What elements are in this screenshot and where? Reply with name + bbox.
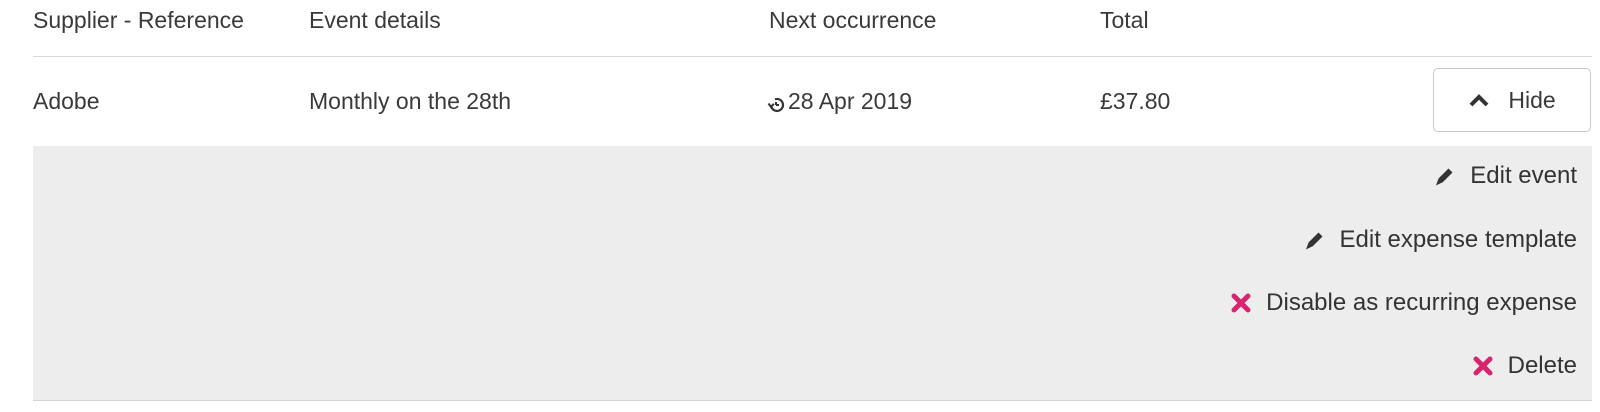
next-occurrence-date: 28 Apr 2019 [788, 88, 913, 114]
cell-total: £37.80 [1100, 88, 1171, 114]
table-header: Supplier - Reference Event details Next … [33, 0, 1592, 57]
delete-link[interactable]: Delete [1472, 352, 1577, 380]
column-header-next-occurrence[interactable]: Next occurrence [769, 7, 936, 34]
table-row[interactable]: Adobe Monthly on the 28th 28 Apr 2019 £3… [33, 57, 1592, 147]
cross-icon [1231, 293, 1251, 313]
pencil-icon [1436, 168, 1453, 186]
recurring-icon [767, 97, 785, 112]
hide-button-label: Hide [1508, 86, 1556, 113]
recurring-expenses-table: Supplier - Reference Event details Next … [0, 0, 1600, 412]
disable-recurring-label: Disable as recurring expense [1266, 289, 1577, 316]
chevron-up-icon [1469, 94, 1489, 107]
edit-expense-template-link[interactable]: Edit expense template [1304, 226, 1577, 254]
column-header-supplier[interactable]: Supplier - Reference [33, 7, 244, 34]
disable-recurring-link[interactable]: Disable as recurring expense [1230, 289, 1577, 317]
pencil-icon [1305, 232, 1323, 250]
column-header-event[interactable]: Event details [309, 7, 441, 34]
edit-event-link[interactable]: Edit event [1434, 162, 1577, 190]
hide-details-button[interactable]: Hide [1433, 68, 1591, 132]
cross-icon [1473, 356, 1493, 376]
cell-next-occurrence: 28 Apr 2019 [767, 88, 912, 115]
cell-supplier: Adobe [33, 88, 100, 114]
edit-event-label: Edit event [1470, 162, 1577, 189]
edit-expense-template-label: Edit expense template [1339, 226, 1577, 253]
column-header-total[interactable]: Total [1100, 7, 1149, 34]
row-actions-panel: Edit event Edit expense template Disable… [33, 146, 1592, 401]
delete-label: Delete [1507, 352, 1577, 379]
cell-event-details: Monthly on the 28th [309, 88, 512, 114]
